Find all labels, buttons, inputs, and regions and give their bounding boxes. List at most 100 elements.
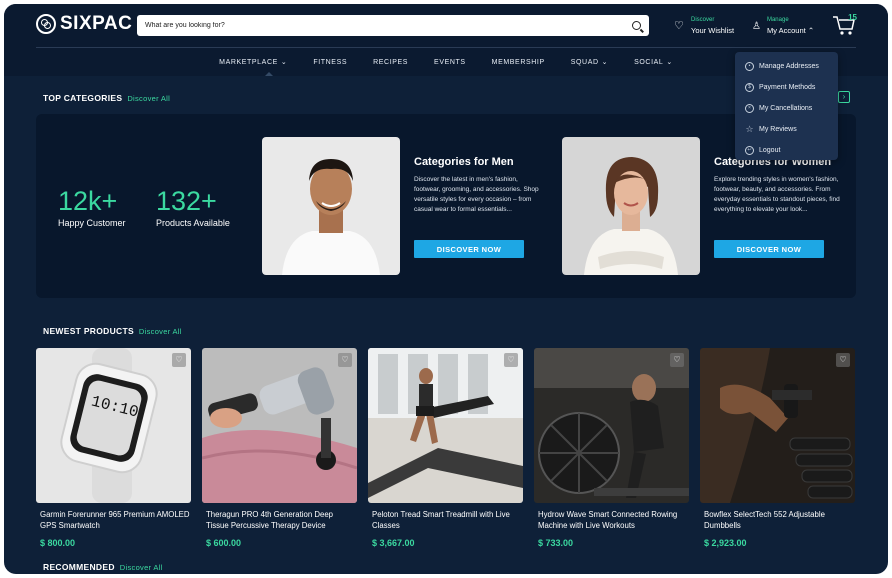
stat-label: Happy Customer — [58, 218, 126, 228]
carousel-next-button[interactable]: › — [838, 91, 850, 103]
discover-all-link[interactable]: Discover All — [127, 94, 170, 103]
product-image[interactable]: ♡ — [368, 348, 523, 503]
nav-label: SOCIAL — [634, 58, 664, 66]
menu-item-logout[interactable]: ↩ Logout — [735, 140, 838, 161]
section-title: RECOMMENDED — [43, 562, 115, 572]
stat-value: 12k+ — [58, 186, 118, 216]
chevron-down-icon: ⌄ — [280, 59, 288, 66]
recommended-heading: RECOMMENDED Discover All — [43, 562, 163, 572]
add-to-wishlist-button[interactable]: ♡ — [504, 353, 518, 367]
nav-label: MARKETPLACE — [219, 58, 278, 66]
product-card[interactable]: ♡ Bowflex SelectTech 552 Adjustable Dumb… — [700, 348, 855, 548]
product-image[interactable]: ♡ — [202, 348, 357, 503]
nav-label: RECIPES — [373, 58, 409, 66]
men-category-description: Discover the latest in men's fashion, fo… — [414, 176, 539, 213]
heart-icon: ♡ — [674, 20, 684, 32]
product-price: $ 2,923.00 — [704, 538, 747, 548]
heart-icon: ♡ — [839, 355, 847, 364]
nav-active-pointer — [265, 72, 273, 76]
logo-text: SIXPAC — [60, 13, 133, 34]
product-price: $ 3,667.00 — [372, 538, 415, 548]
search-icon[interactable] — [632, 21, 641, 30]
account-caption: Manage — [766, 17, 789, 23]
menu-item-manage-addresses[interactable]: • Manage Addresses — [735, 56, 838, 77]
nav-squad[interactable]: SQUAD ⌄ — [570, 58, 609, 67]
add-to-wishlist-button[interactable]: ♡ — [172, 353, 186, 367]
product-price: $ 600.00 — [206, 538, 242, 548]
top-categories-heading: TOP CATEGORIES Discover All — [43, 93, 170, 103]
discover-all-link[interactable]: Discover All — [120, 563, 163, 572]
account-menu-toggle[interactable]: ♙ Manage My Account ⌃ — [752, 16, 814, 36]
product-image[interactable]: ♡ — [700, 348, 855, 503]
nav-label: MEMBERSHIP — [491, 58, 545, 66]
chevron-right-icon: › — [842, 92, 846, 101]
nav-marketplace[interactable]: MARKETPLACE ⌄ — [219, 58, 288, 67]
wishlist-caption: Discover — [691, 17, 715, 23]
chevron-down-icon: ⌄ — [601, 59, 609, 66]
nav-recipes[interactable]: RECIPES — [373, 59, 408, 66]
men-category-title: Categories for Men — [414, 156, 514, 168]
product-name: Bowflex SelectTech 552 Adjustable Dumbbe… — [704, 510, 825, 530]
user-icon: ♙ — [752, 20, 761, 32]
nav-social[interactable]: SOCIAL ⌄ — [634, 58, 673, 67]
cart-button[interactable]: 15 — [832, 13, 858, 38]
cart-count-badge: 15 — [848, 13, 857, 22]
product-price: $ 800.00 — [40, 538, 76, 548]
nav-membership[interactable]: MEMBERSHIP — [492, 59, 545, 66]
section-title: TOP CATEGORIES — [43, 93, 123, 103]
product-image[interactable]: ♡ — [534, 348, 689, 503]
product-price: $ 733.00 — [538, 538, 574, 548]
search-input[interactable] — [145, 22, 632, 29]
product-image[interactable]: 10:10 ♡ — [36, 348, 191, 503]
product-card[interactable]: 10:10 ♡ Garmin Forerunner 965 Premium AM… — [36, 348, 191, 548]
heart-icon: ♡ — [175, 355, 183, 364]
cancel-icon: × — [745, 104, 754, 113]
menu-item-label: Payment Methods — [759, 84, 816, 91]
top-categories-panel: 12k+ Happy Customer 132+ Products Availa… — [36, 114, 856, 298]
add-to-wishlist-button[interactable]: ♡ — [670, 353, 684, 367]
product-name: Peloton Tread Smart Treadmill with Live … — [372, 510, 510, 530]
stat-happy-customers: 12k+ Happy Customer — [58, 186, 126, 228]
stat-value: 132+ — [156, 186, 217, 216]
heart-icon: ♡ — [507, 355, 515, 364]
product-card[interactable]: ♡ Peloton Tread Smart Treadmill with Liv… — [368, 348, 523, 548]
logout-icon: ↩ — [745, 146, 754, 155]
add-to-wishlist-button[interactable]: ♡ — [338, 353, 352, 367]
logo-icon — [36, 14, 56, 34]
newest-products-heading: NEWEST PRODUCTS Discover All — [43, 326, 182, 336]
nav-label: SQUAD — [570, 58, 599, 66]
star-icon: ☆ — [745, 124, 754, 134]
app-frame: SIXPAC ♡ Discover Your Wishlist ♙ Manage… — [4, 4, 888, 574]
product-card[interactable]: ♡ Theragun PRO 4th Generation Deep Tissu… — [202, 348, 357, 548]
heart-icon: ♡ — [341, 355, 349, 364]
nav-fitness[interactable]: FITNESS — [313, 59, 347, 66]
menu-item-payment-methods[interactable]: $ Payment Methods — [735, 77, 838, 98]
nav-events[interactable]: EVENTS — [434, 59, 466, 66]
wishlist-label: Your Wishlist — [691, 26, 735, 35]
menu-item-my-cancellations[interactable]: × My Cancellations — [735, 98, 838, 119]
nav-label: EVENTS — [434, 58, 466, 66]
stat-label: Products Available — [156, 218, 230, 228]
product-name: Garmin Forerunner 965 Premium AMOLED GPS… — [40, 510, 190, 530]
men-category-image[interactable] — [262, 137, 400, 275]
women-discover-now-button[interactable]: DISCOVER NOW — [714, 240, 824, 258]
product-name: Theragun PRO 4th Generation Deep Tissue … — [206, 510, 333, 530]
men-discover-now-button[interactable]: DISCOVER NOW — [414, 240, 524, 258]
header: SIXPAC ♡ Discover Your Wishlist ♙ Manage… — [4, 4, 888, 48]
account-dropdown-menu: • Manage Addresses $ Payment Methods × M… — [735, 52, 838, 160]
women-category-image[interactable] — [562, 137, 700, 275]
menu-item-label: Manage Addresses — [759, 63, 819, 70]
add-to-wishlist-button[interactable]: ♡ — [836, 353, 850, 367]
location-icon: • — [745, 62, 754, 71]
product-name: Hydrow Wave Smart Connected Rowing Machi… — [538, 510, 678, 530]
nav-label: FITNESS — [313, 58, 348, 66]
menu-item-my-reviews[interactable]: ☆ My Reviews — [735, 119, 838, 140]
wishlist-link[interactable]: ♡ Discover Your Wishlist — [674, 16, 734, 36]
menu-item-label: My Cancellations — [759, 105, 813, 112]
product-card[interactable]: ♡ Hydrow Wave Smart Connected Rowing Mac… — [534, 348, 689, 548]
menu-item-label: My Reviews — [759, 126, 797, 133]
discover-all-link[interactable]: Discover All — [139, 327, 182, 336]
chevron-down-icon: ⌄ — [666, 59, 673, 66]
logo[interactable]: SIXPAC — [36, 13, 132, 35]
section-title: NEWEST PRODUCTS — [43, 326, 134, 336]
